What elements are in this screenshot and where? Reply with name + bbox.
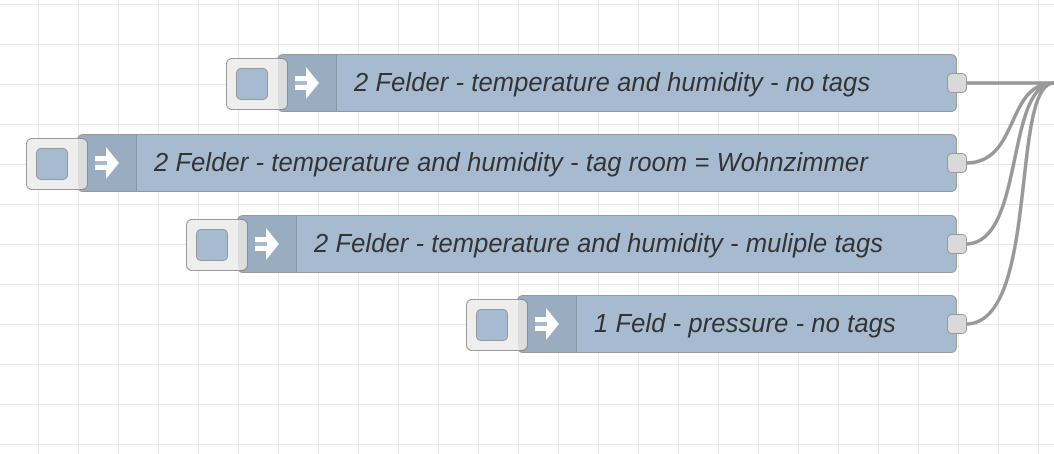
inject-node[interactable]: 2 Felder - temperature and humidity - no…	[226, 54, 967, 112]
inject-node[interactable]: 2 Felder - temperature and humidity - ta…	[26, 134, 967, 192]
arrow-in-icon	[278, 55, 337, 111]
node-label: 1 Feld - pressure - no tags	[594, 309, 896, 338]
inject-trigger-button[interactable]	[36, 148, 68, 180]
output-port[interactable]	[947, 234, 967, 254]
node-label: 2 Felder - temperature and humidity - mu…	[314, 229, 884, 258]
inject-trigger-button[interactable]	[196, 229, 228, 261]
inject-trigger-button[interactable]	[236, 68, 268, 100]
arrow-in-icon	[238, 216, 297, 272]
inject-trigger-button[interactable]	[476, 309, 508, 341]
output-port[interactable]	[947, 314, 967, 334]
flow-canvas[interactable]: 2 Felder - temperature and humidity - no…	[0, 0, 1054, 454]
arrow-in-icon	[78, 135, 137, 191]
output-port[interactable]	[947, 153, 967, 173]
node-label: 2 Felder - temperature and humidity - ta…	[154, 148, 868, 177]
node-label: 2 Felder - temperature and humidity - no…	[354, 68, 871, 97]
wire[interactable]	[964, 81, 1054, 165]
inject-node[interactable]: 2 Felder - temperature and humidity - mu…	[186, 215, 967, 273]
inject-node[interactable]: 1 Feld - pressure - no tags	[466, 295, 967, 353]
wire[interactable]	[964, 81, 1054, 326]
arrow-in-icon	[518, 296, 577, 352]
wire[interactable]	[964, 81, 1054, 246]
output-port[interactable]	[947, 73, 967, 93]
